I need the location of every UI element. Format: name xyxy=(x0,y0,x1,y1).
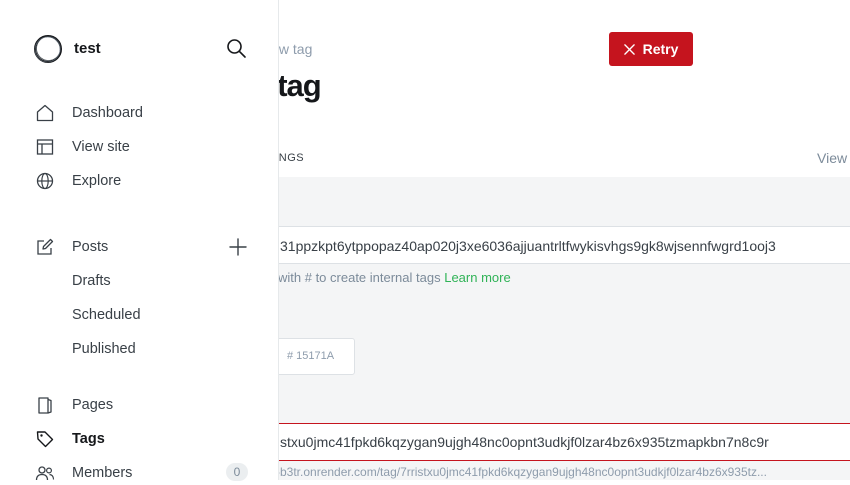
members-count-badge: 0 xyxy=(226,463,248,481)
retry-label: Retry xyxy=(642,41,679,57)
hint-text: with # to create internal tags xyxy=(278,270,441,285)
sidebar-item-explore[interactable]: Explore xyxy=(35,169,121,193)
sidebar-item-label: View site xyxy=(72,139,130,155)
sidebar-item-label: Explore xyxy=(72,173,122,189)
sidebar-item-scheduled[interactable]: Scheduled xyxy=(72,307,141,323)
close-icon xyxy=(623,43,635,55)
name-hint: with # to create internal tags Learn mor… xyxy=(278,270,511,285)
slug-url-preview: -b3tr.onrender.com/tag/7rristxu0jmc41fpk… xyxy=(276,465,767,479)
members-icon xyxy=(35,463,55,483)
sidebar-item-dashboard[interactable]: Dashboard xyxy=(35,101,143,125)
page-icon xyxy=(35,395,55,415)
view-link[interactable]: View xyxy=(817,150,847,166)
sidebar-item-members[interactable]: Members xyxy=(35,461,132,485)
site-logo-icon[interactable] xyxy=(33,34,63,64)
edit-icon xyxy=(35,237,55,257)
search-icon[interactable] xyxy=(226,38,247,59)
sidebar-item-label: Posts xyxy=(72,239,109,255)
slug-input[interactable]: stxu0jmc41fpkd6kqzygan9ujgh48nc0opnt3udk… xyxy=(262,423,850,461)
globe-icon xyxy=(35,171,55,191)
site-name[interactable]: test xyxy=(74,40,101,57)
sidebar-item-label: Dashboard xyxy=(72,105,143,121)
layout-icon xyxy=(35,137,55,157)
sidebar-item-drafts[interactable]: Drafts xyxy=(72,273,111,289)
sidebar-item-label: Members xyxy=(72,465,133,481)
home-icon xyxy=(35,103,55,123)
tag-icon xyxy=(35,429,55,449)
sidebar-item-tags[interactable]: Tags xyxy=(35,427,105,451)
sidebar-item-pages[interactable]: Pages xyxy=(35,393,113,417)
sidebar-item-label: Pages xyxy=(72,397,114,413)
learn-more-link[interactable]: Learn more xyxy=(444,270,510,285)
sidebar-item-posts[interactable]: Posts xyxy=(35,235,108,259)
sidebar: test Dashboard View site Explore Posts D… xyxy=(0,0,279,481)
color-input[interactable]: # 15171A xyxy=(270,338,355,375)
sidebar-item-view-site[interactable]: View site xyxy=(35,135,130,159)
sidebar-item-published[interactable]: Published xyxy=(72,341,136,357)
tag-name-input[interactable]: 31ppzkpt6ytppopaz40ap020j3xe6036ajjuantr… xyxy=(262,226,850,264)
add-post-icon[interactable] xyxy=(228,237,248,257)
sidebar-item-label: Tags xyxy=(72,431,105,447)
retry-button[interactable]: Retry xyxy=(609,32,693,66)
